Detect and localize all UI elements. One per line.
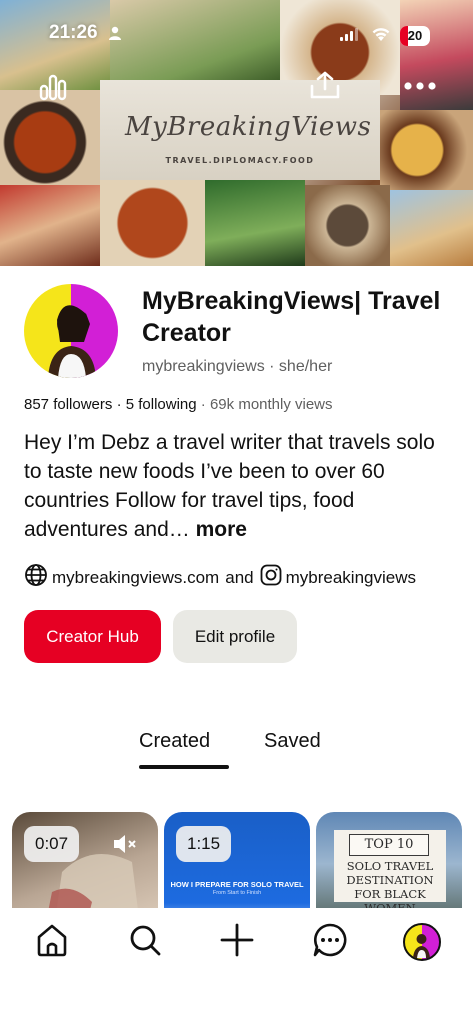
profile-handle: mybreakingviews · she/her [142, 358, 333, 375]
profile-tabs: Created Saved [0, 730, 473, 770]
video-duration: 0:07 [24, 826, 80, 862]
signal-icon [340, 28, 358, 46]
pin-caption: HOW I PREPARE FOR SOLO TRAVEL [170, 880, 304, 889]
person-icon [108, 26, 122, 45]
profile-avatar[interactable] [24, 284, 118, 378]
tab-saved[interactable]: Saved [264, 730, 321, 753]
pin-card[interactable]: TOP 10 SOLO TRAVEL DESTINATION FOR BLACK… [316, 812, 462, 908]
more-icon[interactable] [403, 78, 437, 96]
profile-bio: Hey I’m Debz a travel writer that travel… [24, 428, 456, 544]
followers-count[interactable]: 857 followers [24, 396, 112, 413]
pins-grid: 0:07 1:15 HOW I PREPARE FOR SOLO TRAVEL … [0, 812, 473, 908]
website-link[interactable]: mybreakingviews.com [52, 568, 219, 588]
nav-messages[interactable] [310, 922, 350, 962]
messages-icon [312, 922, 348, 963]
stats-icon[interactable] [38, 72, 68, 107]
creator-hub-button[interactable]: Creator Hub [24, 610, 161, 663]
profile-avatar [403, 923, 441, 961]
instagram-link[interactable]: mybreakingviews [286, 568, 416, 588]
profile-links: mybreakingviews.com and mybreakingviews [24, 563, 416, 592]
pin-subcaption: From Start to Finish [212, 890, 262, 896]
pin-title: TOP 10 [349, 834, 429, 856]
status-bar: 21:26 20 [0, 22, 473, 50]
banner-photo [390, 190, 473, 266]
video-duration: 1:15 [176, 826, 232, 862]
instagram-icon [260, 564, 282, 591]
bottom-navigation [0, 908, 473, 1024]
banner-photo [205, 180, 305, 266]
nav-profile[interactable] [402, 922, 442, 962]
banner-logo-subtitle: TRAVEL.DIPLOMACY.FOOD [165, 156, 315, 165]
globe-icon [24, 563, 48, 592]
home-icon [34, 922, 70, 963]
profile-display-name: MyBreakingViews| Travel Creator [142, 287, 441, 347]
wifi-icon [371, 26, 391, 47]
active-tab-indicator [139, 765, 229, 769]
following-count[interactable]: 5 following [126, 396, 197, 413]
tab-created[interactable]: Created [139, 730, 210, 753]
monthly-views: 69k monthly views [209, 396, 333, 413]
pin-card[interactable]: 1:15 HOW I PREPARE FOR SOLO TRAVEL From … [164, 812, 310, 908]
banner-photo [305, 185, 390, 266]
search-icon [127, 922, 163, 963]
banner-photo [100, 180, 205, 266]
mute-icon[interactable] [112, 832, 138, 861]
nav-search[interactable] [125, 922, 165, 962]
profile-stats: 857 followers · 5 following · 69k monthl… [24, 396, 333, 413]
edit-profile-button[interactable]: Edit profile [173, 610, 297, 663]
nav-home[interactable] [32, 922, 72, 962]
stats-separator: · [200, 396, 206, 413]
pin-card[interactable]: 0:07 [12, 812, 158, 908]
banner-photo [380, 110, 473, 190]
status-time: 21:26 [49, 22, 98, 43]
banner-photo [0, 185, 100, 266]
plus-icon [219, 922, 255, 963]
battery-indicator: 20 [400, 26, 430, 46]
nav-create[interactable] [217, 922, 257, 962]
bio-more-link[interactable]: more [196, 518, 247, 541]
stats-separator: · [116, 396, 122, 413]
share-icon[interactable] [309, 70, 341, 105]
banner-logo-text: MyBreakingViews [125, 112, 372, 142]
links-joiner: and [225, 567, 254, 587]
pin-text: SOLO TRAVEL DESTINATION FOR BLACK WOMEN [346, 859, 434, 908]
